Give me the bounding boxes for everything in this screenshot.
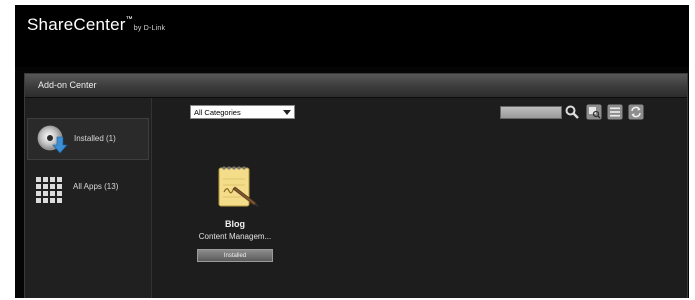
search-icon[interactable] <box>564 104 580 120</box>
sidebar-item-label: All Apps (13) <box>73 182 119 191</box>
disc-download-icon <box>36 125 68 157</box>
app-name: Blog <box>225 219 245 229</box>
notepad-pencil-icon <box>213 163 261 216</box>
sidebar-item-label: Installed (1) <box>74 134 116 143</box>
header-bar: ShareCenter™by D-Link <box>15 5 689 67</box>
brand-name: ShareCenter <box>27 15 126 34</box>
sidebar: Installed (1) All Apps (13) <box>25 98 152 298</box>
app-description: Content Managem... <box>198 232 272 241</box>
list-view-icon[interactable] <box>607 104 623 120</box>
app-search-icon[interactable] <box>586 104 602 120</box>
panel-title: Add-on Center <box>25 74 687 98</box>
refresh-icon[interactable] <box>628 104 644 120</box>
app-list-area: All Categories Blog Content Managem... I… <box>152 98 687 298</box>
category-select-value: All Categories <box>194 108 241 117</box>
brand-byline: by D-Link <box>133 25 166 32</box>
brand-logo: ShareCenter™by D-Link <box>27 15 165 35</box>
app-card-blog[interactable]: Blog Content Managem... Installed <box>185 163 285 273</box>
chevron-down-icon <box>283 110 291 115</box>
category-select[interactable]: All Categories <box>190 105 295 119</box>
trademark-symbol: ™ <box>125 16 133 23</box>
app-window: ShareCenter™by D-Link Add-on Center Inst… <box>15 5 689 298</box>
sidebar-item-all-apps[interactable]: All Apps (13) <box>27 170 147 210</box>
search-input[interactable] <box>500 106 562 119</box>
add-on-center-panel: Add-on Center Installed (1) All Apps (13… <box>24 73 688 298</box>
grid-icon <box>35 176 65 208</box>
installed-status-button[interactable]: Installed <box>197 249 273 262</box>
sidebar-item-installed[interactable]: Installed (1) <box>27 118 149 160</box>
